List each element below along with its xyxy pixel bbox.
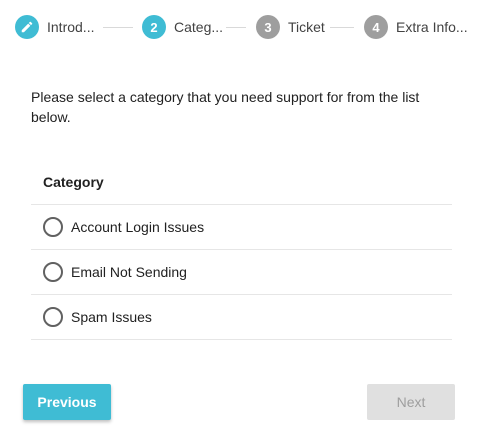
pencil-icon	[15, 15, 39, 39]
step-introduction[interactable]: Introd...	[15, 14, 94, 40]
step-label: Categ...	[174, 19, 224, 35]
step-extra-info[interactable]: 4 Extra Info...	[364, 14, 468, 40]
category-table: Category Account Login Issues Email Not …	[31, 159, 452, 340]
step-label: Ticket	[288, 19, 325, 35]
step-category[interactable]: 2 Categ...	[142, 14, 223, 40]
step-label: Introd...	[47, 19, 95, 35]
category-option-spam-issues[interactable]: Spam Issues	[31, 295, 452, 340]
step-number: 3	[256, 15, 280, 39]
radio-button[interactable]	[43, 217, 63, 237]
step-number: 4	[364, 15, 388, 39]
intro-text: Please select a category that you need s…	[31, 89, 420, 125]
category-option-label: Email Not Sending	[71, 264, 187, 280]
category-option-label: Spam Issues	[71, 309, 152, 325]
step-ticket[interactable]: 3 Ticket	[256, 14, 325, 40]
category-option-label: Account Login Issues	[71, 219, 205, 235]
category-option-account-login-issues[interactable]: Account Login Issues	[31, 205, 452, 250]
step-connector	[103, 27, 133, 28]
radio-button[interactable]	[43, 262, 63, 282]
step-connector	[330, 27, 354, 28]
step-connector	[226, 27, 246, 28]
radio-button[interactable]	[43, 307, 63, 327]
stepper: Introd... 2 Categ... 3 Ticket 4 Extra In…	[0, 0, 479, 56]
category-header: Category	[31, 159, 452, 205]
step-number: 2	[142, 15, 166, 39]
category-option-email-not-sending[interactable]: Email Not Sending	[31, 250, 452, 295]
previous-button[interactable]: Previous	[23, 384, 111, 420]
step-label: Extra Info...	[396, 19, 468, 35]
next-button[interactable]: Next	[367, 384, 455, 420]
